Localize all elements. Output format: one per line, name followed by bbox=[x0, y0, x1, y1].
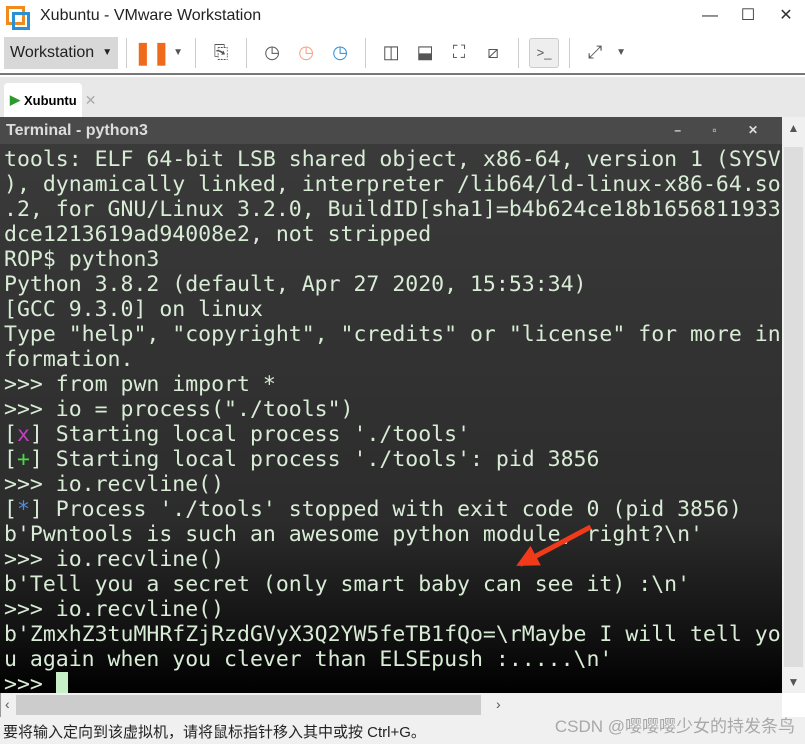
terminal-line: b'ZmxhZ3tuMHRfZjRzdGVyX3Q2YW5feTB1fQo=\r… bbox=[4, 622, 781, 647]
terminal-line: >>> io.recvline() bbox=[4, 472, 225, 497]
terminal-line: >>> from pwn import * bbox=[4, 372, 276, 397]
snapshot-manager-icon[interactable]: ◷ bbox=[325, 38, 355, 68]
divider bbox=[126, 37, 128, 68]
terminal-title: Terminal - python3 bbox=[6, 121, 148, 139]
scroll-down-icon[interactable]: ▼ bbox=[782, 675, 805, 689]
vm-running-icon: ▶ bbox=[10, 92, 20, 107]
stretch-icon[interactable]: ⤢ bbox=[580, 38, 610, 68]
thumbnail-bar-icon[interactable]: ⬓ bbox=[410, 38, 440, 68]
terminal-line: .2, for GNU/Linux 3.2.0, BuildID[sha1]=b… bbox=[4, 197, 781, 222]
terminal-line: u again when you clever than ELSEpush :.… bbox=[4, 647, 613, 672]
library-view-icon[interactable]: ◫ bbox=[376, 38, 406, 68]
terminal-line: tools: ELF 64-bit LSB shared object, x86… bbox=[4, 147, 781, 172]
watermark: CSDN @嘤嘤嘤少女的持发条鸟 bbox=[554, 717, 795, 736]
scrollbar-thumb[interactable] bbox=[16, 695, 481, 715]
text-cursor bbox=[55, 672, 68, 693]
terminal-output[interactable]: tools: ELF 64-bit LSB shared object, x86… bbox=[0, 144, 782, 693]
send-ctrl-alt-del-icon[interactable]: ⎘ bbox=[206, 38, 236, 68]
snapshot-icon[interactable]: ◷ bbox=[257, 38, 287, 68]
terminal-line-text: Starting local process './tools': pid 38… bbox=[55, 447, 600, 472]
window-title: Xubuntu - VMware Workstation bbox=[40, 7, 262, 24]
divider bbox=[195, 37, 197, 68]
window-titlebar: Xubuntu - VMware Workstation — ☐ ✕ bbox=[0, 0, 805, 32]
status-marker-x: x bbox=[16, 422, 30, 447]
maximize-button[interactable]: ☐ bbox=[729, 0, 767, 32]
stretch-dropdown-icon[interactable]: ▼ bbox=[614, 38, 628, 68]
full-screen-icon[interactable]: ⛶ bbox=[444, 38, 474, 68]
status-marker-star: * bbox=[16, 497, 30, 522]
terminal-line: [x] Starting local process './tools' bbox=[4, 422, 471, 447]
status-marker-plus: + bbox=[16, 447, 30, 472]
vm-console[interactable]: Terminal - python3 – ▫ ✕ tools: ELF 64-b… bbox=[0, 117, 782, 693]
revert-snapshot-icon[interactable]: ◷ bbox=[291, 38, 321, 68]
divider bbox=[518, 37, 520, 68]
terminal-line: dce1213619ad94008e2, not stripped bbox=[4, 222, 432, 247]
tab-bar: ▶ Xubuntu ✕ bbox=[0, 77, 805, 117]
workstation-menu[interactable]: Workstation ▼ bbox=[4, 36, 119, 69]
terminal-titlebar: Terminal - python3 – ▫ ✕ bbox=[0, 117, 782, 144]
toolbar: Workstation ▼ ❚❚ ▼ ⎘ ◷ ◷ ◷ ◫ ⬓ ⛶ ⧄ >_ ⤢ ▼ bbox=[0, 32, 805, 75]
scroll-left-icon[interactable]: ‹ bbox=[5, 696, 10, 712]
pause-dropdown-icon[interactable]: ▼ bbox=[171, 38, 185, 68]
terminal-line: [*] Process './tools' stopped with exit … bbox=[4, 497, 742, 522]
chevron-down-icon: ▼ bbox=[102, 47, 113, 58]
terminal-line: [+] Starting local process './tools': pi… bbox=[4, 447, 600, 472]
scrollbar-thumb[interactable] bbox=[784, 147, 803, 667]
unity-icon[interactable]: ⧄ bbox=[478, 38, 508, 68]
workstation-menu-label: Workstation bbox=[10, 43, 95, 61]
divider bbox=[246, 37, 248, 68]
scroll-right-icon[interactable]: › bbox=[496, 696, 501, 712]
tab-label: Xubuntu bbox=[24, 92, 77, 108]
terminal-line: b'Tell you a secret (only smart baby can… bbox=[4, 572, 691, 597]
tab-xubuntu[interactable]: ▶ Xubuntu ✕ bbox=[4, 83, 96, 117]
divider bbox=[569, 37, 571, 68]
terminal-line: b'Pwntools is such an awesome python mod… bbox=[4, 522, 703, 547]
vertical-scrollbar[interactable]: ▲ ▼ bbox=[782, 117, 805, 693]
console-view-icon[interactable]: >_ bbox=[529, 37, 560, 68]
terminal-prompt: >>> bbox=[4, 672, 56, 693]
tab-close-icon[interactable]: ✕ bbox=[85, 92, 97, 109]
divider bbox=[365, 37, 367, 68]
terminal-line: >>> io.recvline() bbox=[4, 597, 225, 622]
terminal-line: >>> io = process("./tools") bbox=[4, 397, 354, 422]
vmware-logo-icon bbox=[6, 6, 30, 30]
terminal-line: Python 3.8.2 (default, Apr 27 2020, 15:5… bbox=[4, 272, 587, 297]
terminal-line-text: Starting local process './tools' bbox=[55, 422, 471, 447]
terminal-line: ROP$ python3 bbox=[4, 247, 160, 272]
terminal-line: ), dynamically linked, interpreter /lib6… bbox=[4, 172, 781, 197]
pause-icon[interactable]: ❚❚ bbox=[134, 38, 171, 68]
terminal-line-text: Process './tools' stopped with exit code… bbox=[55, 497, 742, 522]
terminal-prompt-line: >>> bbox=[4, 672, 782, 693]
scroll-up-icon[interactable]: ▲ bbox=[782, 121, 805, 135]
terminal-line: Type "help", "copyright", "credits" or "… bbox=[4, 322, 781, 347]
terminal-line: >>> io.recvline() bbox=[4, 547, 225, 572]
terminal-window-controls[interactable]: – ▫ ✕ bbox=[674, 117, 772, 144]
close-button[interactable]: ✕ bbox=[767, 0, 805, 32]
status-text: 要将输入定向到该虚拟机，请将鼠标指针移入其中或按 Ctrl+G。 bbox=[3, 724, 426, 741]
terminal-line: [GCC 9.3.0] on linux bbox=[4, 297, 263, 322]
terminal-line: formation. bbox=[4, 347, 134, 372]
minimize-button[interactable]: — bbox=[691, 0, 729, 32]
